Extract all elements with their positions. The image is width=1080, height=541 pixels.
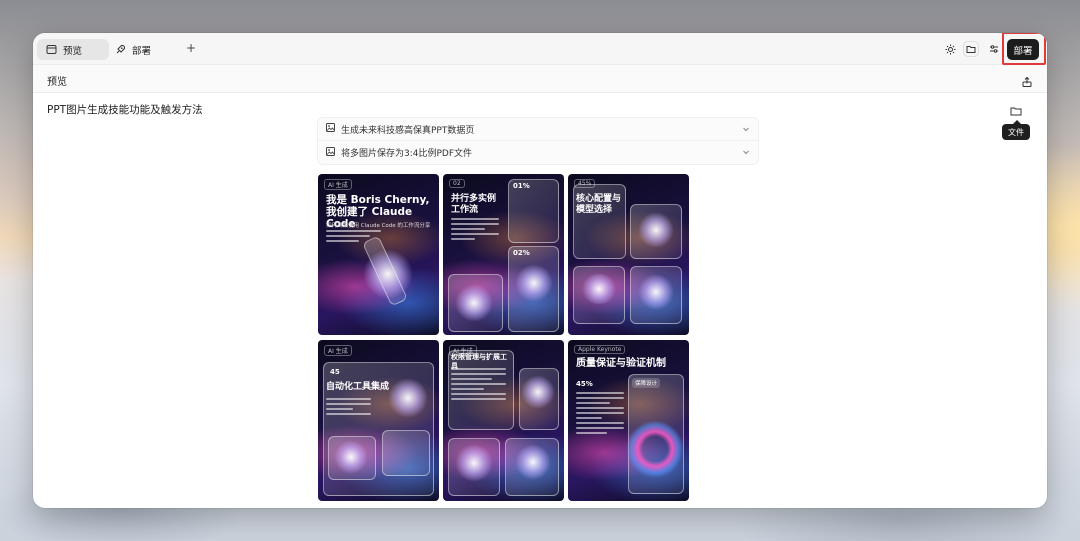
card-badge: 02% <box>513 249 530 257</box>
settings-sliders-icon[interactable] <box>986 41 1002 57</box>
folder-icon[interactable] <box>963 41 979 57</box>
cloud-graphic <box>580 274 618 304</box>
tab-bar: 预览 部署 + 部署 <box>33 33 1047 65</box>
preview-title: 预览 <box>47 77 67 88</box>
slide-grid: AI 生成 我是 Boris Cherny,我创建了 Claude Code 如… <box>318 174 690 501</box>
slide-thumbnail-5[interactable]: AI 生成 权限管理与扩展工具 <box>443 340 564 501</box>
app-window: 预览 部署 + 部署 预览 PPT图片生成技能功能及触发方法 文件 生成未来科技… <box>33 33 1047 508</box>
slide-title: 核心配置与模型选择 <box>576 194 622 215</box>
card-badge: 45% <box>576 380 593 388</box>
slide-thumbnail-2[interactable]: 02 并行多实例工作流 01% 02% <box>443 174 564 335</box>
chevron-down-icon[interactable] <box>742 125 750 133</box>
image-icon <box>326 146 335 159</box>
slide-pill: 保障设计 <box>632 378 661 388</box>
ring-graphic <box>515 264 553 302</box>
slide-text-lines <box>451 368 506 403</box>
slide-subtitle: 如何高效使用 Claude Code 的工作流分享 <box>326 223 431 229</box>
capsule-graphic <box>334 440 368 474</box>
slide-text-lines <box>576 392 624 437</box>
task-item[interactable]: 将多图片保存为3:4比例PDF文件 <box>317 141 759 165</box>
tab-deploy-label: 部署 <box>132 45 152 57</box>
slide-thumbnail-3[interactable]: 45% 核心配置与模型选择 <box>568 174 689 335</box>
slide-tag: AI 生成 <box>324 345 352 356</box>
slide-thumbnail-4[interactable]: AI 生成 45 自动化工具集成 <box>318 340 439 501</box>
puzzle-graphic <box>515 444 551 480</box>
new-tab-button[interactable]: + <box>186 42 196 54</box>
preview-header: 预览 <box>33 65 1047 93</box>
image-icon <box>326 123 335 135</box>
slide-title: 并行多实例工作流 <box>451 194 497 215</box>
share-icon[interactable] <box>1021 73 1033 87</box>
rocket-icon <box>115 44 126 55</box>
slide-tag: Apple Keynote <box>574 345 626 354</box>
glass-card <box>382 430 430 476</box>
capsule-graphic <box>521 375 555 409</box>
slide-text-lines <box>451 218 499 243</box>
document-title: PPT图片生成技能功能及触发方法 <box>47 104 203 116</box>
card-badge: 45 <box>330 368 340 376</box>
slide-tag: 02 <box>449 179 465 188</box>
tab-preview[interactable]: 预览 <box>37 39 109 60</box>
slide-title: 质量保证与验证机制 <box>576 358 666 369</box>
preview-window-icon <box>46 44 57 55</box>
sphere-graphic <box>455 284 493 322</box>
theme-sun-icon[interactable] <box>942 41 958 57</box>
task-label: 生成未来科技感高保真PPT数据页 <box>341 125 475 136</box>
capsule-graphic <box>638 274 674 310</box>
ring-graphic <box>626 420 684 478</box>
tab-deploy[interactable]: 部署 <box>106 39 160 60</box>
shield-graphic <box>638 212 674 248</box>
slide-tag: AI 生成 <box>324 179 352 190</box>
deploy-button[interactable]: 部署 <box>1007 39 1039 60</box>
chevron-down-icon[interactable] <box>742 148 750 156</box>
card-badge: 01% <box>513 182 530 190</box>
open-folder-icon[interactable] <box>1010 102 1022 116</box>
ring-graphic <box>455 444 493 482</box>
tab-preview-label: 预览 <box>63 45 83 57</box>
task-item[interactable]: 生成未来科技感高保真PPT数据页 <box>317 117 759 141</box>
sphere-graphic <box>388 378 428 418</box>
task-label: 将多图片保存为3:4比例PDF文件 <box>341 149 473 159</box>
slide-thumbnail-6[interactable]: Apple Keynote 质量保证与验证机制 45% 保障设计 <box>568 340 689 501</box>
folder-tooltip: 文件 <box>1002 120 1030 140</box>
slide-thumbnail-1[interactable]: AI 生成 我是 Boris Cherny,我创建了 Claude Code 如… <box>318 174 439 335</box>
slide-text-lines <box>326 398 371 418</box>
